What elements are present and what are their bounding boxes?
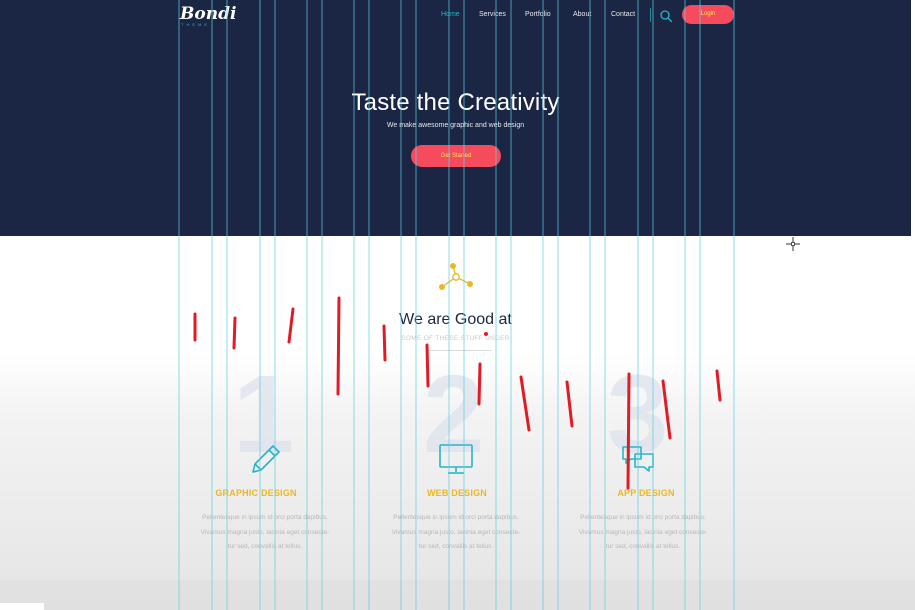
service-title: APP DESIGN [617, 488, 675, 498]
crosshair-cursor-icon [786, 237, 800, 251]
nav-divider [650, 8, 651, 22]
hero-section: Bondi THEME Home Services Portfolio Abou… [0, 0, 915, 236]
section-subtitle: SOME OF THESE STUFF UNDER [401, 335, 510, 342]
get-started-button[interactable]: Get Started [411, 145, 501, 167]
progress-bar [0, 603, 44, 610]
pencil-icon [252, 445, 280, 473]
service-description: Pellentesque in ipsum id orci porta dapi… [578, 514, 708, 550]
nav-item-portfolio[interactable]: Portfolio [525, 11, 551, 18]
logo-tagline: THEME [181, 22, 210, 27]
site-logo[interactable]: Bondi [180, 4, 236, 24]
network-icon [439, 263, 473, 290]
next-section-edge [0, 580, 915, 610]
service-description: Pellentesque in ipsum id orci porta dapi… [200, 514, 330, 550]
chat-icon [622, 446, 654, 472]
nav-item-home[interactable]: Home [441, 11, 460, 18]
service-title: WEB DESIGN [426, 488, 487, 498]
nav-item-about[interactable]: About [573, 11, 591, 18]
login-button[interactable]: Login [682, 5, 734, 24]
page-edge [911, 0, 915, 236]
hero-subtitle: We make awesome graphic and web design [386, 122, 525, 129]
nav-item-services[interactable]: Services [479, 11, 506, 18]
service-description: Pellentesque in ipsum id orci porta dapi… [391, 514, 521, 550]
hero-title: Taste the Creativity [351, 89, 560, 116]
search-icon[interactable] [659, 9, 673, 23]
section-title: We are Good at [399, 311, 512, 328]
service-title: GRAPHIC DESIGN [215, 488, 297, 498]
nav-item-contact[interactable]: Contact [611, 11, 635, 18]
monitor-icon [439, 444, 473, 474]
section-underline [428, 350, 492, 351]
